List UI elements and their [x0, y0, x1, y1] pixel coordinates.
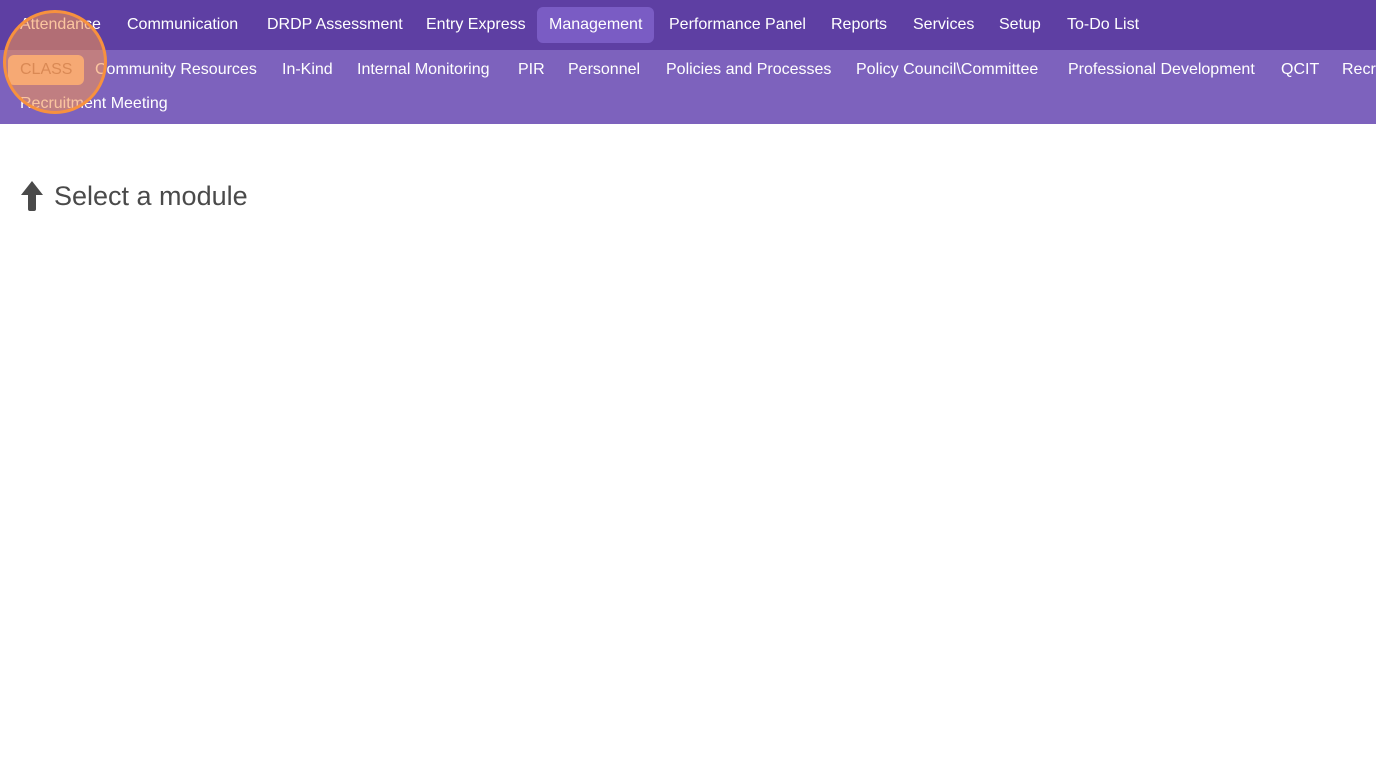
top-nav-services[interactable]: Services [901, 7, 986, 43]
sub-nav-recruitment-truncated[interactable]: Recru [1330, 55, 1376, 85]
sub-nav-class[interactable]: CLASS [8, 55, 85, 85]
select-module-text: Select a module [54, 180, 248, 211]
sub-nav-internal-monitoring[interactable]: Internal Monitoring [345, 55, 502, 85]
sub-nav-in-kind[interactable]: In-Kind [270, 55, 345, 85]
sub-nav-policies-and-processes[interactable]: Policies and Processes [654, 55, 843, 85]
top-nav-communication[interactable]: Communication [115, 7, 250, 43]
sub-nav-pir[interactable]: PIR [506, 55, 557, 85]
top-navigation-bar: Attendance Communication DRDP Assessment… [0, 0, 1376, 50]
arrow-up-icon [21, 181, 43, 211]
select-module-prompt: Select a module [20, 178, 248, 214]
top-nav-drdp-assessment[interactable]: DRDP Assessment [255, 7, 415, 43]
top-nav-attendance[interactable]: Attendance [8, 7, 113, 43]
module-navigation-bar: CLASS Community Resources In-Kind Intern… [0, 50, 1376, 124]
top-nav-reports[interactable]: Reports [819, 7, 899, 43]
sub-nav-qcit[interactable]: QCIT [1269, 55, 1331, 85]
top-nav-entry-express[interactable]: Entry Express [414, 7, 538, 43]
top-nav-management[interactable]: Management [537, 7, 655, 43]
sub-nav-policy-council-committee[interactable]: Policy Council\Committee [844, 55, 1050, 85]
sub-nav-recruitment-meeting[interactable]: Recruitment Meeting [8, 89, 180, 119]
top-nav-performance-panel[interactable]: Performance Panel [657, 7, 818, 43]
top-nav-setup[interactable]: Setup [987, 7, 1053, 43]
top-nav-to-do-list[interactable]: To-Do List [1055, 7, 1151, 43]
sub-nav-community-resources[interactable]: Community Resources [83, 55, 269, 85]
sub-nav-professional-development[interactable]: Professional Development [1056, 55, 1267, 85]
sub-nav-personnel[interactable]: Personnel [556, 55, 652, 85]
